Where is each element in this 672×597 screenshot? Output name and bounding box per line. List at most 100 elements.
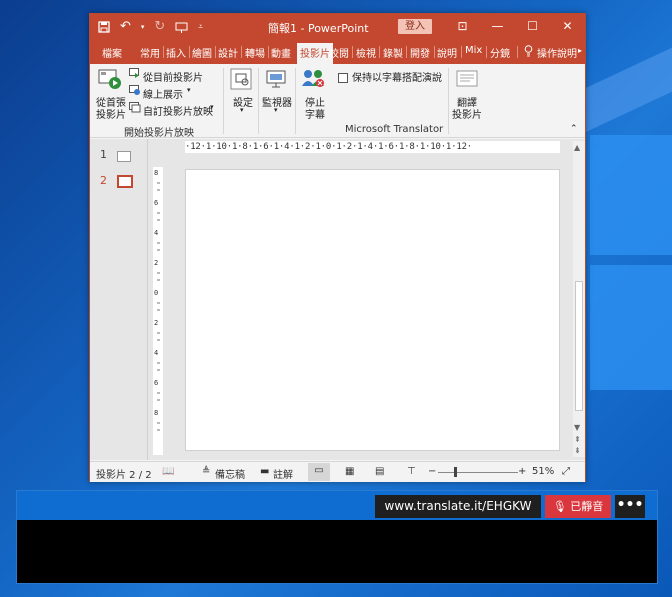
scrollbar-thumb[interactable]	[575, 281, 583, 411]
lightbulb-icon[interactable]	[524, 45, 533, 57]
svg-text:4: 4	[154, 229, 158, 237]
monitor-icon[interactable]	[265, 68, 287, 90]
chevron-down-icon[interactable]: ▾	[187, 86, 191, 94]
tab-animations[interactable]: 動畫	[271, 45, 291, 60]
tab-separator	[486, 46, 487, 58]
slide-canvas[interactable]	[185, 169, 560, 451]
ribbon-display-options-icon[interactable]: ⊡	[445, 14, 480, 40]
zoom-slider-track[interactable]	[438, 472, 518, 473]
windows-logo-pane	[590, 135, 672, 255]
collapse-ribbon-icon[interactable]: ⌃	[570, 124, 578, 134]
window-controls: ⊡ — ☐ ✕	[445, 14, 585, 40]
online-present-icon[interactable]	[129, 85, 141, 96]
spelling-check-icon[interactable]: 📖	[162, 466, 174, 477]
signin-button[interactable]: 登入	[398, 19, 432, 34]
group-separator	[258, 68, 259, 134]
customize-qat-icon[interactable]: ⩡	[198, 19, 203, 35]
previous-slide-icon[interactable]: ⇞	[574, 435, 581, 444]
tab-separator	[517, 46, 518, 58]
tell-me-search[interactable]: 操作說明	[537, 45, 577, 60]
translate-slides-button-line2[interactable]: 投影片	[452, 106, 482, 121]
tab-help[interactable]: 說明	[437, 45, 457, 60]
tab-mix[interactable]: Mix	[465, 45, 482, 56]
translator-header: www.translate.it/EHGKW 🎙 已靜音 •••	[17, 491, 657, 520]
normal-view-icon[interactable]: ▭	[308, 463, 330, 481]
window-title: 簡報1 - PowerPoint	[268, 22, 369, 35]
scroll-down-icon[interactable]: ▼	[574, 423, 580, 432]
chevron-right-icon[interactable]: ▸	[578, 46, 582, 55]
slide-number: 2	[100, 174, 107, 187]
more-options-button[interactable]: •••	[615, 495, 645, 518]
ribbon-slideshow: 從首張 投影片 從目前投影片 線上展示 ▾ 自訂投影片放映 ▾ 開始投影片放映 …	[90, 64, 585, 139]
zoom-in-icon[interactable]: +	[518, 466, 526, 477]
mute-button[interactable]: 🎙 已靜音	[545, 495, 611, 518]
present-from-start-icon[interactable]	[175, 21, 188, 33]
checkbox-box[interactable]	[338, 73, 348, 83]
from-beginning-icon[interactable]	[98, 68, 122, 92]
vertical-scrollbar[interactable]: ▲ ▼ ⇞ ⇟	[573, 141, 585, 457]
zoom-out-icon[interactable]: −	[428, 466, 436, 477]
slide-sorter-icon[interactable]: ▦	[345, 466, 354, 477]
notes-icon[interactable]: ≜	[202, 466, 210, 477]
tab-review[interactable]: 校閱	[329, 45, 349, 60]
slide-thumbnail[interactable]	[117, 151, 131, 162]
group-separator	[295, 68, 296, 134]
from-current-icon[interactable]	[129, 68, 141, 79]
tab-slideshow[interactable]: 投影片	[297, 43, 333, 64]
stop-subtitles-button-line2[interactable]: 字幕	[305, 106, 325, 121]
tab-draw[interactable]: 繪圖	[192, 45, 212, 60]
vertical-ruler: 8 6 4 2 0 2 4 6 8	[153, 167, 163, 455]
tab-developer[interactable]: 開發	[410, 45, 430, 60]
group-label-start-slideshow: 開始投影片放映	[124, 128, 194, 139]
horizontal-ruler: ·12·1·10·1·8·1·6·1·4·1·2·1·0·1·2·1·4·1·6…	[185, 141, 560, 153]
keep-subtitles-checkbox[interactable]: 保持以字幕搭配演說	[338, 69, 442, 84]
setup-slideshow-icon[interactable]	[230, 68, 252, 90]
notes-button[interactable]: 備忘稿	[215, 466, 245, 481]
redo-icon[interactable]: ↻	[154, 19, 165, 35]
tab-transitions[interactable]: 轉場	[245, 45, 265, 60]
close-icon[interactable]: ✕	[550, 14, 585, 40]
status-bar: 投影片 2 / 2 📖 ≜ 備忘稿 ▬ 註解 ▭ ▦ ▤ ⊤ − + 51% ⤢	[90, 461, 585, 482]
tab-separator	[434, 46, 435, 58]
tab-home[interactable]: 常用	[140, 45, 160, 60]
translate-slides-icon[interactable]	[456, 70, 478, 90]
chevron-down-icon[interactable]: ▾	[141, 19, 145, 35]
tab-insert[interactable]: 插入	[166, 45, 186, 60]
from-beginning-button-line2[interactable]: 投影片	[96, 106, 126, 121]
custom-show-button[interactable]: 自訂投影片放映	[143, 103, 213, 118]
chevron-down-icon[interactable]: ▾	[240, 106, 244, 114]
maximize-icon[interactable]: ☐	[515, 14, 550, 40]
tab-design[interactable]: 設計	[218, 45, 238, 60]
slide-thumbnail-selected[interactable]	[117, 175, 133, 188]
online-present-button[interactable]: 線上展示	[143, 86, 183, 101]
zoom-slider-thumb[interactable]	[454, 467, 457, 477]
tab-separator	[461, 46, 462, 58]
reading-view-icon[interactable]: ▤	[375, 466, 384, 477]
comments-icon[interactable]: ▬	[260, 466, 269, 477]
fit-to-window-icon[interactable]: ⤢	[562, 466, 570, 477]
tab-separator	[406, 46, 407, 58]
next-slide-icon[interactable]: ⇟	[574, 446, 581, 455]
minimize-icon[interactable]: —	[480, 14, 515, 40]
title-bar: ↶ ▾ ↻ ⩡ 簡報1 - PowerPoint 登入 ⊡ — ☐ ✕	[90, 14, 585, 40]
tab-view[interactable]: 檢視	[356, 45, 376, 60]
chevron-down-icon[interactable]: ▾	[210, 103, 214, 111]
custom-show-icon[interactable]	[129, 102, 141, 113]
slideshow-view-icon[interactable]: ⊤	[407, 466, 416, 477]
translator-url[interactable]: www.translate.it/EHGKW	[375, 495, 541, 518]
save-icon[interactable]	[98, 21, 110, 33]
comments-button[interactable]: 註解	[273, 466, 293, 481]
svg-text:0: 0	[154, 289, 158, 297]
chevron-down-icon[interactable]: ▾	[274, 106, 278, 114]
slide-thumbnails-pane: 1 2	[90, 139, 148, 460]
tab-separator	[268, 46, 269, 58]
stop-subtitles-icon[interactable]	[301, 68, 325, 90]
tab-record[interactable]: 錄製	[383, 45, 403, 60]
tab-storyboard[interactable]: 分鏡	[490, 45, 510, 60]
slide-number: 1	[100, 148, 107, 161]
tab-file[interactable]: 檔案	[102, 45, 122, 60]
from-current-button[interactable]: 從目前投影片	[143, 69, 203, 84]
undo-icon[interactable]: ↶	[120, 19, 131, 35]
scroll-up-icon[interactable]: ▲	[574, 143, 580, 152]
zoom-level[interactable]: 51%	[532, 466, 554, 477]
